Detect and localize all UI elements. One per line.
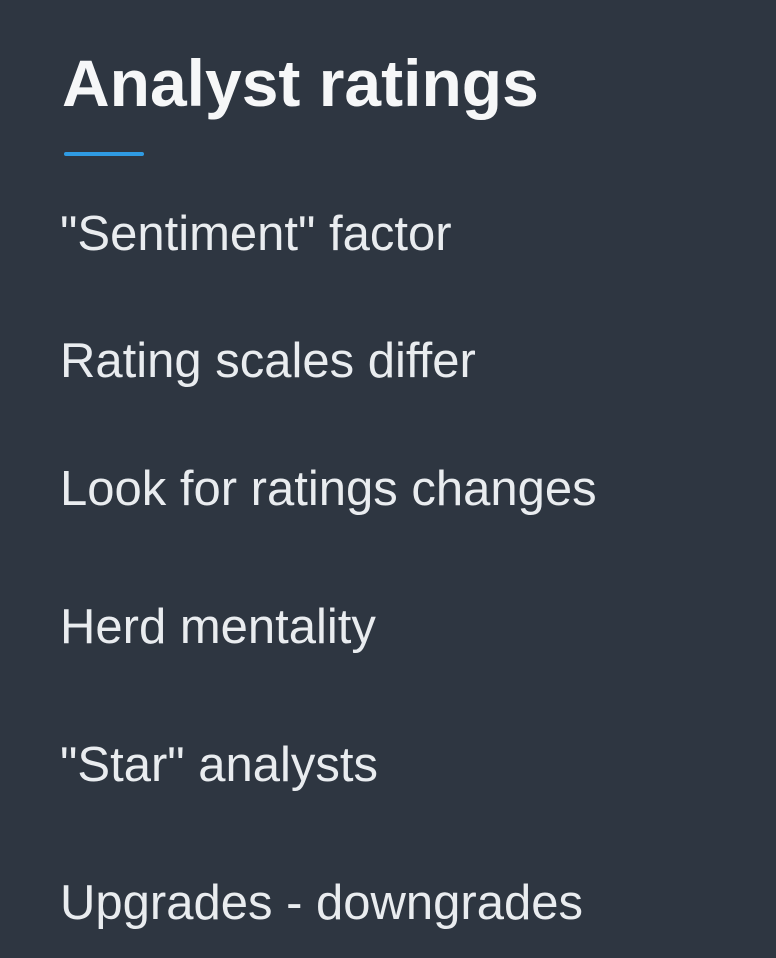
slide: Analyst ratings "Sentiment" factor Ratin…	[0, 0, 776, 958]
bullet-look-for-ratings-changes: Look for ratings changes	[60, 462, 597, 516]
bullet-rating-scales-differ: Rating scales differ	[60, 334, 476, 388]
bullet-upgrades-downgrades: Upgrades - downgrades	[60, 876, 583, 930]
bullet-star-analysts: "Star" analysts	[60, 738, 379, 792]
slide-title: Analyst ratings	[62, 46, 539, 120]
bullet-sentiment-factor: "Sentiment" factor	[60, 207, 452, 261]
bullet-herd-mentality: Herd mentality	[60, 600, 376, 654]
title-accent-line	[64, 152, 144, 156]
